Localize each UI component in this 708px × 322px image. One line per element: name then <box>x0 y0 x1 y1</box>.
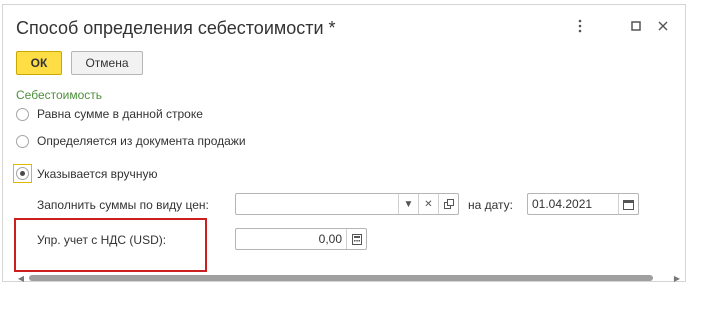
highlight-box <box>14 218 207 272</box>
amount-with-vat-input[interactable]: 0,00 <box>235 228 367 250</box>
radio-focus-frame <box>13 164 32 183</box>
radio-option-row-manual[interactable]: Указывается вручную <box>13 164 158 183</box>
radio-label-sum-in-row: Равна сумме в данной строке <box>37 107 203 121</box>
dropdown-arrow-icon[interactable]: ▼ <box>398 194 418 214</box>
scroll-thumb[interactable] <box>29 275 653 281</box>
window-title: Способ определения себестоимости * <box>16 18 336 38</box>
radio-label-manual: Указывается вручную <box>37 166 158 181</box>
radio-label-from-sale-document: Определяется из документа продажи <box>37 134 246 148</box>
calculator-icon[interactable] <box>346 229 366 249</box>
dialog-window: Способ определения себестоимости * ОК От… <box>2 4 688 283</box>
clear-icon[interactable]: ✕ <box>418 194 438 214</box>
radio-manual[interactable] <box>16 167 29 180</box>
cancel-button[interactable]: Отмена <box>71 51 143 75</box>
open-icon[interactable] <box>438 194 458 214</box>
scroll-left-icon[interactable]: ◀ <box>16 273 26 283</box>
more-icon[interactable] <box>569 15 591 37</box>
amount-with-vat-value[interactable]: 0,00 <box>236 232 346 246</box>
radio-sum-in-row[interactable] <box>16 107 29 121</box>
calendar-icon[interactable] <box>618 194 638 214</box>
radio-from-sale-document[interactable] <box>16 134 29 148</box>
fill-by-price-type-label: Заполнить суммы по виду цен: <box>37 198 209 212</box>
scroll-right-icon[interactable]: ▶ <box>672 273 682 283</box>
radio-option-row-sum[interactable]: Равна сумме в данной строке <box>16 107 203 121</box>
price-type-input[interactable]: ▼ ✕ <box>235 193 459 215</box>
date-value[interactable]: 01.04.2021 <box>528 197 618 211</box>
date-label: на дату: <box>468 198 514 212</box>
radio-option-row-sale-doc[interactable]: Определяется из документа продажи <box>16 134 246 148</box>
maximize-icon[interactable] <box>625 15 647 37</box>
ok-button[interactable]: ОК <box>16 51 62 75</box>
horizontal-scrollbar[interactable]: ◀ ▶ <box>16 273 688 283</box>
date-input[interactable]: 01.04.2021 <box>527 193 639 215</box>
cost-group-label: Себестоимость <box>16 88 103 102</box>
close-icon[interactable] <box>652 15 674 37</box>
